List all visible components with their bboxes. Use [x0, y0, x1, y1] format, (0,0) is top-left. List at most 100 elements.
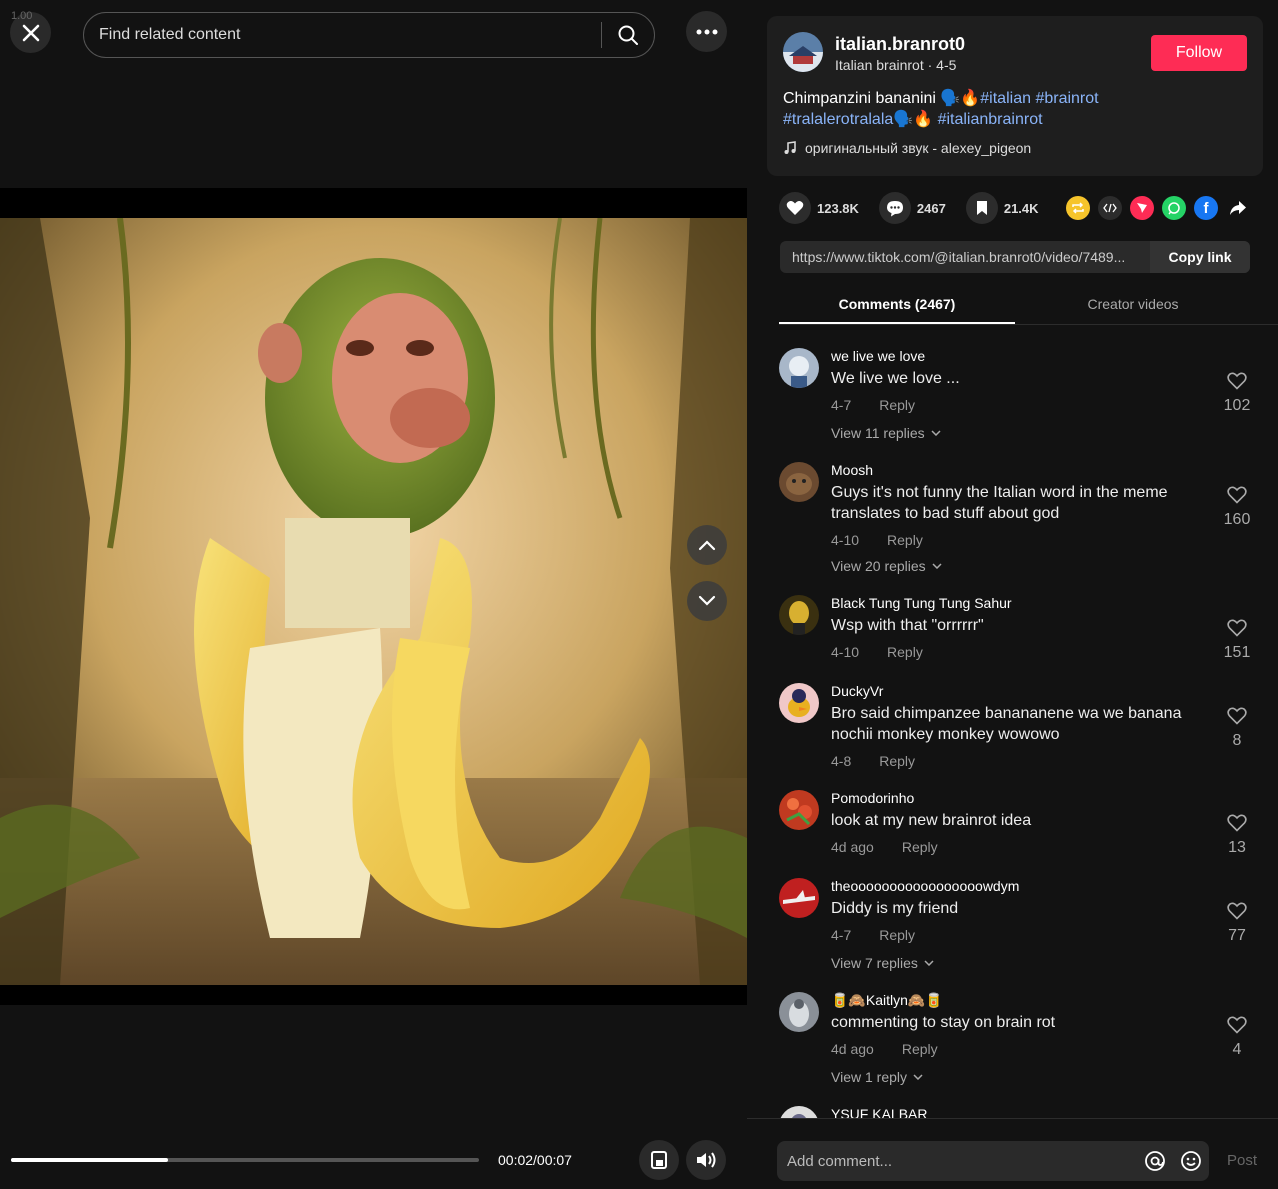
- music-note-icon: [784, 141, 796, 154]
- mention-button[interactable]: [1137, 1143, 1173, 1179]
- comment-like-button[interactable]: 77: [1219, 902, 1255, 945]
- close-icon: [22, 24, 39, 41]
- video-frame[interactable]: [0, 218, 747, 985]
- comment-username[interactable]: Black Tung Tung Tung Sahur: [831, 595, 1012, 611]
- comment-username[interactable]: Moosh: [831, 462, 873, 478]
- comment-date: 4-8: [831, 753, 852, 769]
- comment-avatar[interactable]: [779, 992, 819, 1032]
- follow-button[interactable]: Follow: [1151, 35, 1247, 71]
- reply-button[interactable]: Reply: [902, 1041, 938, 1057]
- comment-text: Wsp with that "orrrrrr": [831, 617, 984, 634]
- comment-text: Bro said chimpanzee banananene wa we ban…: [831, 705, 1182, 743]
- reply-button[interactable]: Reply: [887, 532, 923, 548]
- comment-username[interactable]: YSUF KALBAR: [831, 1106, 927, 1118]
- reply-button[interactable]: Reply: [902, 839, 938, 855]
- comment-username[interactable]: Pomodorinho: [831, 790, 914, 806]
- search-button[interactable]: [602, 13, 654, 57]
- chevron-down-icon: [698, 595, 716, 606]
- save-button[interactable]: 21.4K: [965, 192, 1039, 224]
- comment-username[interactable]: 🥫🙈Kaitlyn🙈🥫: [831, 992, 943, 1009]
- heart-outline-icon: [1227, 372, 1247, 390]
- comment-item: YSUF KALBAR: [779, 1106, 1269, 1118]
- comment-avatar[interactable]: [779, 348, 819, 388]
- embed-icon[interactable]: [1098, 196, 1122, 220]
- hashtag-tralalerotralala[interactable]: #tralalerotralala: [783, 111, 893, 128]
- more-options-button[interactable]: [686, 11, 727, 52]
- tab-comments[interactable]: Comments (2467): [779, 288, 1015, 324]
- comment-username[interactable]: DuckyVr: [831, 683, 883, 699]
- volume-button[interactable]: [686, 1140, 726, 1180]
- video-progress-bar[interactable]: [11, 1158, 479, 1162]
- comment-avatar[interactable]: [779, 1106, 819, 1118]
- comment-like-button[interactable]: 8: [1219, 707, 1255, 750]
- comment-username[interactable]: theooooooooooooooooowdym: [831, 878, 1019, 894]
- comment-meta: 4-7 Reply: [831, 397, 915, 413]
- next-video-button[interactable]: [687, 581, 727, 621]
- hashtag-italian[interactable]: #italian: [980, 90, 1031, 107]
- comment-button[interactable]: 2467: [878, 192, 946, 224]
- picture-in-picture-button[interactable]: [639, 1140, 679, 1180]
- comment-meta: 4-10 Reply: [831, 644, 923, 660]
- video-progress-fill: [11, 1158, 168, 1162]
- video-url[interactable]: https://www.tiktok.com/@italian.branrot0…: [780, 249, 1150, 265]
- heart-outline-icon: [1227, 1016, 1247, 1034]
- floating-player-icon: [651, 1151, 667, 1169]
- reply-button[interactable]: Reply: [879, 397, 915, 413]
- view-replies-button[interactable]: View 20 replies: [831, 558, 942, 574]
- reply-button[interactable]: Reply: [887, 644, 923, 660]
- comment-composer: Post: [747, 1118, 1278, 1189]
- copy-link-button[interactable]: Copy link: [1150, 241, 1250, 273]
- author-username[interactable]: italian.branrot0: [835, 34, 965, 55]
- author-avatar[interactable]: [783, 32, 823, 72]
- comment-like-button[interactable]: 151: [1219, 619, 1255, 662]
- comment-icon-wrap: [878, 192, 911, 224]
- search-input[interactable]: [84, 26, 601, 44]
- chevron-down-icon: [932, 563, 942, 569]
- comment-avatar[interactable]: [779, 595, 819, 635]
- comment-input[interactable]: [777, 1152, 1137, 1170]
- heart-outline-icon: [1227, 619, 1247, 637]
- hashtag-italianbrainrot[interactable]: #italianbrainrot: [938, 111, 1043, 128]
- comment-like-button[interactable]: 102: [1219, 372, 1255, 415]
- more-icon: [696, 29, 717, 34]
- comment-avatar[interactable]: [779, 683, 819, 723]
- view-replies-button[interactable]: View 1 reply: [831, 1069, 923, 1085]
- heart-outline-icon: [1227, 902, 1247, 920]
- hashtag-brainrot[interactable]: #brainrot: [1035, 90, 1098, 107]
- comment-like-count: 8: [1232, 732, 1242, 749]
- view-replies-button[interactable]: View 11 replies: [831, 425, 941, 441]
- emoji-icon: [1181, 1151, 1201, 1171]
- emoji-button[interactable]: [1173, 1143, 1209, 1179]
- comment-like-button[interactable]: 160: [1219, 486, 1255, 529]
- comment-date: 4-10: [831, 644, 860, 660]
- comment-avatar[interactable]: [779, 878, 819, 918]
- reply-button[interactable]: Reply: [879, 927, 915, 943]
- comment-avatar[interactable]: [779, 790, 819, 830]
- comment-username[interactable]: we live we love: [831, 348, 925, 364]
- send-to-friends-icon[interactable]: [1130, 196, 1154, 220]
- facebook-icon[interactable]: f: [1194, 196, 1218, 220]
- reply-button[interactable]: Reply: [879, 753, 915, 769]
- video-description: Chimpanzini bananini 🗣️🔥#italian #brainr…: [783, 88, 1253, 130]
- description-emoji: 🗣️🔥: [893, 111, 934, 128]
- view-replies-button[interactable]: View 7 replies: [831, 955, 934, 971]
- music-link[interactable]: оригинальный звук - alexey_pigeon: [783, 140, 1031, 156]
- share-arrow-icon[interactable]: [1226, 196, 1250, 220]
- post-button[interactable]: Post: [1227, 1152, 1257, 1169]
- comment-text: look at my new brainrot idea: [831, 812, 1032, 829]
- tab-bar: Comments (2467) Creator videos: [779, 288, 1278, 325]
- whatsapp-icon[interactable]: [1162, 196, 1186, 220]
- comment-meta: 4-10 Reply: [831, 532, 923, 548]
- at-sign-icon: [1145, 1151, 1165, 1171]
- search-icon: [618, 25, 638, 45]
- repost-icon[interactable]: [1066, 196, 1090, 220]
- comment-avatar[interactable]: [779, 462, 819, 502]
- comment-like-button[interactable]: 13: [1219, 814, 1255, 857]
- tab-creator-videos[interactable]: Creator videos: [1015, 288, 1251, 324]
- description-text: Chimpanzini bananini 🗣️🔥: [783, 90, 981, 107]
- like-button[interactable]: 123.8K: [779, 192, 859, 224]
- comment-text: We live we love ...: [831, 370, 960, 387]
- comment-like-count: 13: [1228, 839, 1246, 856]
- previous-video-button[interactable]: [687, 525, 727, 565]
- comment-like-button[interactable]: 4: [1219, 1016, 1255, 1059]
